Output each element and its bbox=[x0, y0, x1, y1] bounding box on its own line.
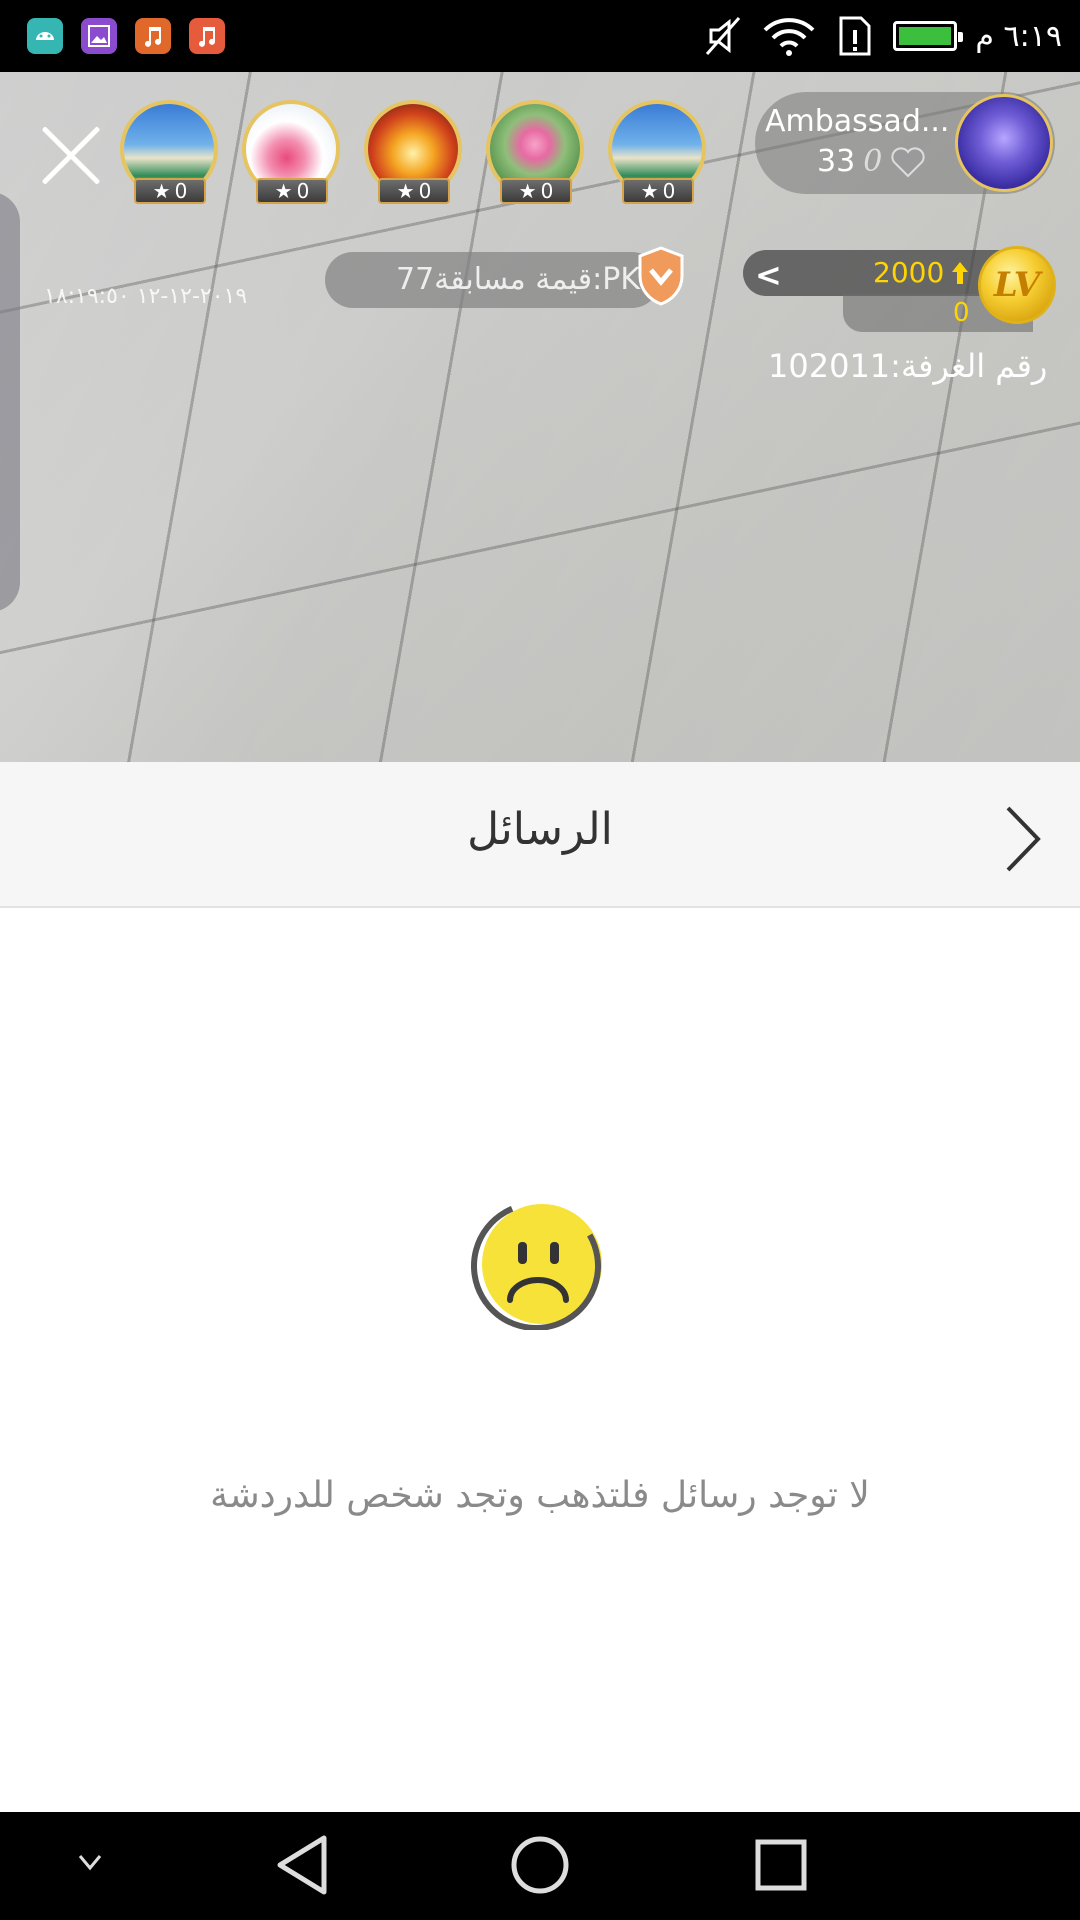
star-icon: ★ bbox=[396, 179, 415, 203]
sim-alert-icon bbox=[839, 16, 871, 56]
viewer-badge: ★ 0 bbox=[622, 178, 694, 204]
back-icon[interactable] bbox=[272, 1830, 332, 1900]
star-icon: ★ bbox=[640, 179, 659, 203]
star-icon: ★ bbox=[274, 179, 293, 203]
star-icon: ★ bbox=[518, 179, 537, 203]
viewer-badge: ★ 0 bbox=[378, 178, 450, 204]
home-icon[interactable] bbox=[508, 1830, 572, 1900]
heart-icon bbox=[891, 146, 925, 177]
coin-sub-value: 0 bbox=[953, 298, 970, 328]
music-icon bbox=[189, 18, 225, 54]
shield-icon bbox=[638, 246, 684, 306]
viewer-avatar[interactable]: ★ 0 bbox=[364, 100, 462, 204]
navigation-bar bbox=[0, 1812, 1080, 1920]
chevron-right-icon[interactable] bbox=[1002, 804, 1042, 874]
viewer-avatar[interactable]: ★ 0 bbox=[608, 100, 706, 204]
host-avatar[interactable] bbox=[955, 94, 1053, 192]
pk-score-pill[interactable]: قيمة مسابقة77:PK bbox=[325, 252, 660, 308]
level-badge[interactable]: LV bbox=[978, 246, 1056, 324]
viewer-badge: ★ 0 bbox=[256, 178, 328, 204]
sad-face-icon bbox=[471, 1201, 602, 1330]
host-count: 33 bbox=[817, 144, 856, 179]
chevron-down-icon[interactable] bbox=[70, 1848, 110, 1878]
viewer-avatar[interactable]: ★ 0 bbox=[120, 100, 218, 204]
wifi-icon bbox=[764, 18, 815, 56]
host-card[interactable]: Ambassad... 33 0 bbox=[755, 92, 1055, 194]
viewer-avatar[interactable]: ★ 0 bbox=[242, 100, 340, 204]
pk-score-label: قيمة مسابقة77:PK bbox=[395, 262, 640, 297]
chevron-left-icon[interactable]: < bbox=[755, 256, 782, 294]
recents-icon[interactable] bbox=[750, 1830, 810, 1900]
video-shadow bbox=[0, 192, 20, 612]
stream-timestamp: ٢٠١٩-١٢-١٢ ١٨:١٩:٥٠ bbox=[44, 284, 248, 309]
viewer-avatar[interactable]: ★ 0 bbox=[486, 100, 584, 204]
messages-header: الرسائل bbox=[0, 762, 1080, 908]
empty-state-text: لا توجد رسائل فلتذهب وتجد شخص للدردشة bbox=[210, 1475, 870, 1516]
viewer-list: ★ 0 ★ 0 ★ 0 ★ 0 ★ 0 bbox=[120, 100, 706, 204]
arrow-up-icon bbox=[952, 261, 969, 284]
star-icon: ★ bbox=[152, 179, 171, 203]
mute-icon bbox=[706, 17, 741, 55]
clock: ٦:١٩ م bbox=[975, 18, 1062, 54]
host-likes: 0 bbox=[863, 144, 883, 179]
viewer-badge: ★ 0 bbox=[500, 178, 572, 204]
room-number: رقم الغرفة:102011 bbox=[768, 347, 1048, 385]
live-video[interactable]: ★ 0 ★ 0 ★ 0 ★ 0 ★ 0 Ambassad... 33 0 قيم… bbox=[0, 72, 1080, 762]
host-stats: 33 0 bbox=[817, 144, 926, 179]
close-icon[interactable] bbox=[36, 120, 106, 190]
viewer-badge: ★ 0 bbox=[134, 178, 206, 204]
host-name: Ambassad... bbox=[765, 104, 950, 139]
coin-value: 2000 bbox=[873, 256, 970, 289]
music-icon bbox=[135, 18, 171, 54]
status-bar: ٦:١٩ م bbox=[0, 0, 1080, 72]
android-icon bbox=[27, 18, 63, 54]
battery-icon bbox=[893, 21, 964, 51]
messages-title: الرسائل bbox=[467, 804, 613, 855]
gallery-icon bbox=[81, 18, 117, 54]
